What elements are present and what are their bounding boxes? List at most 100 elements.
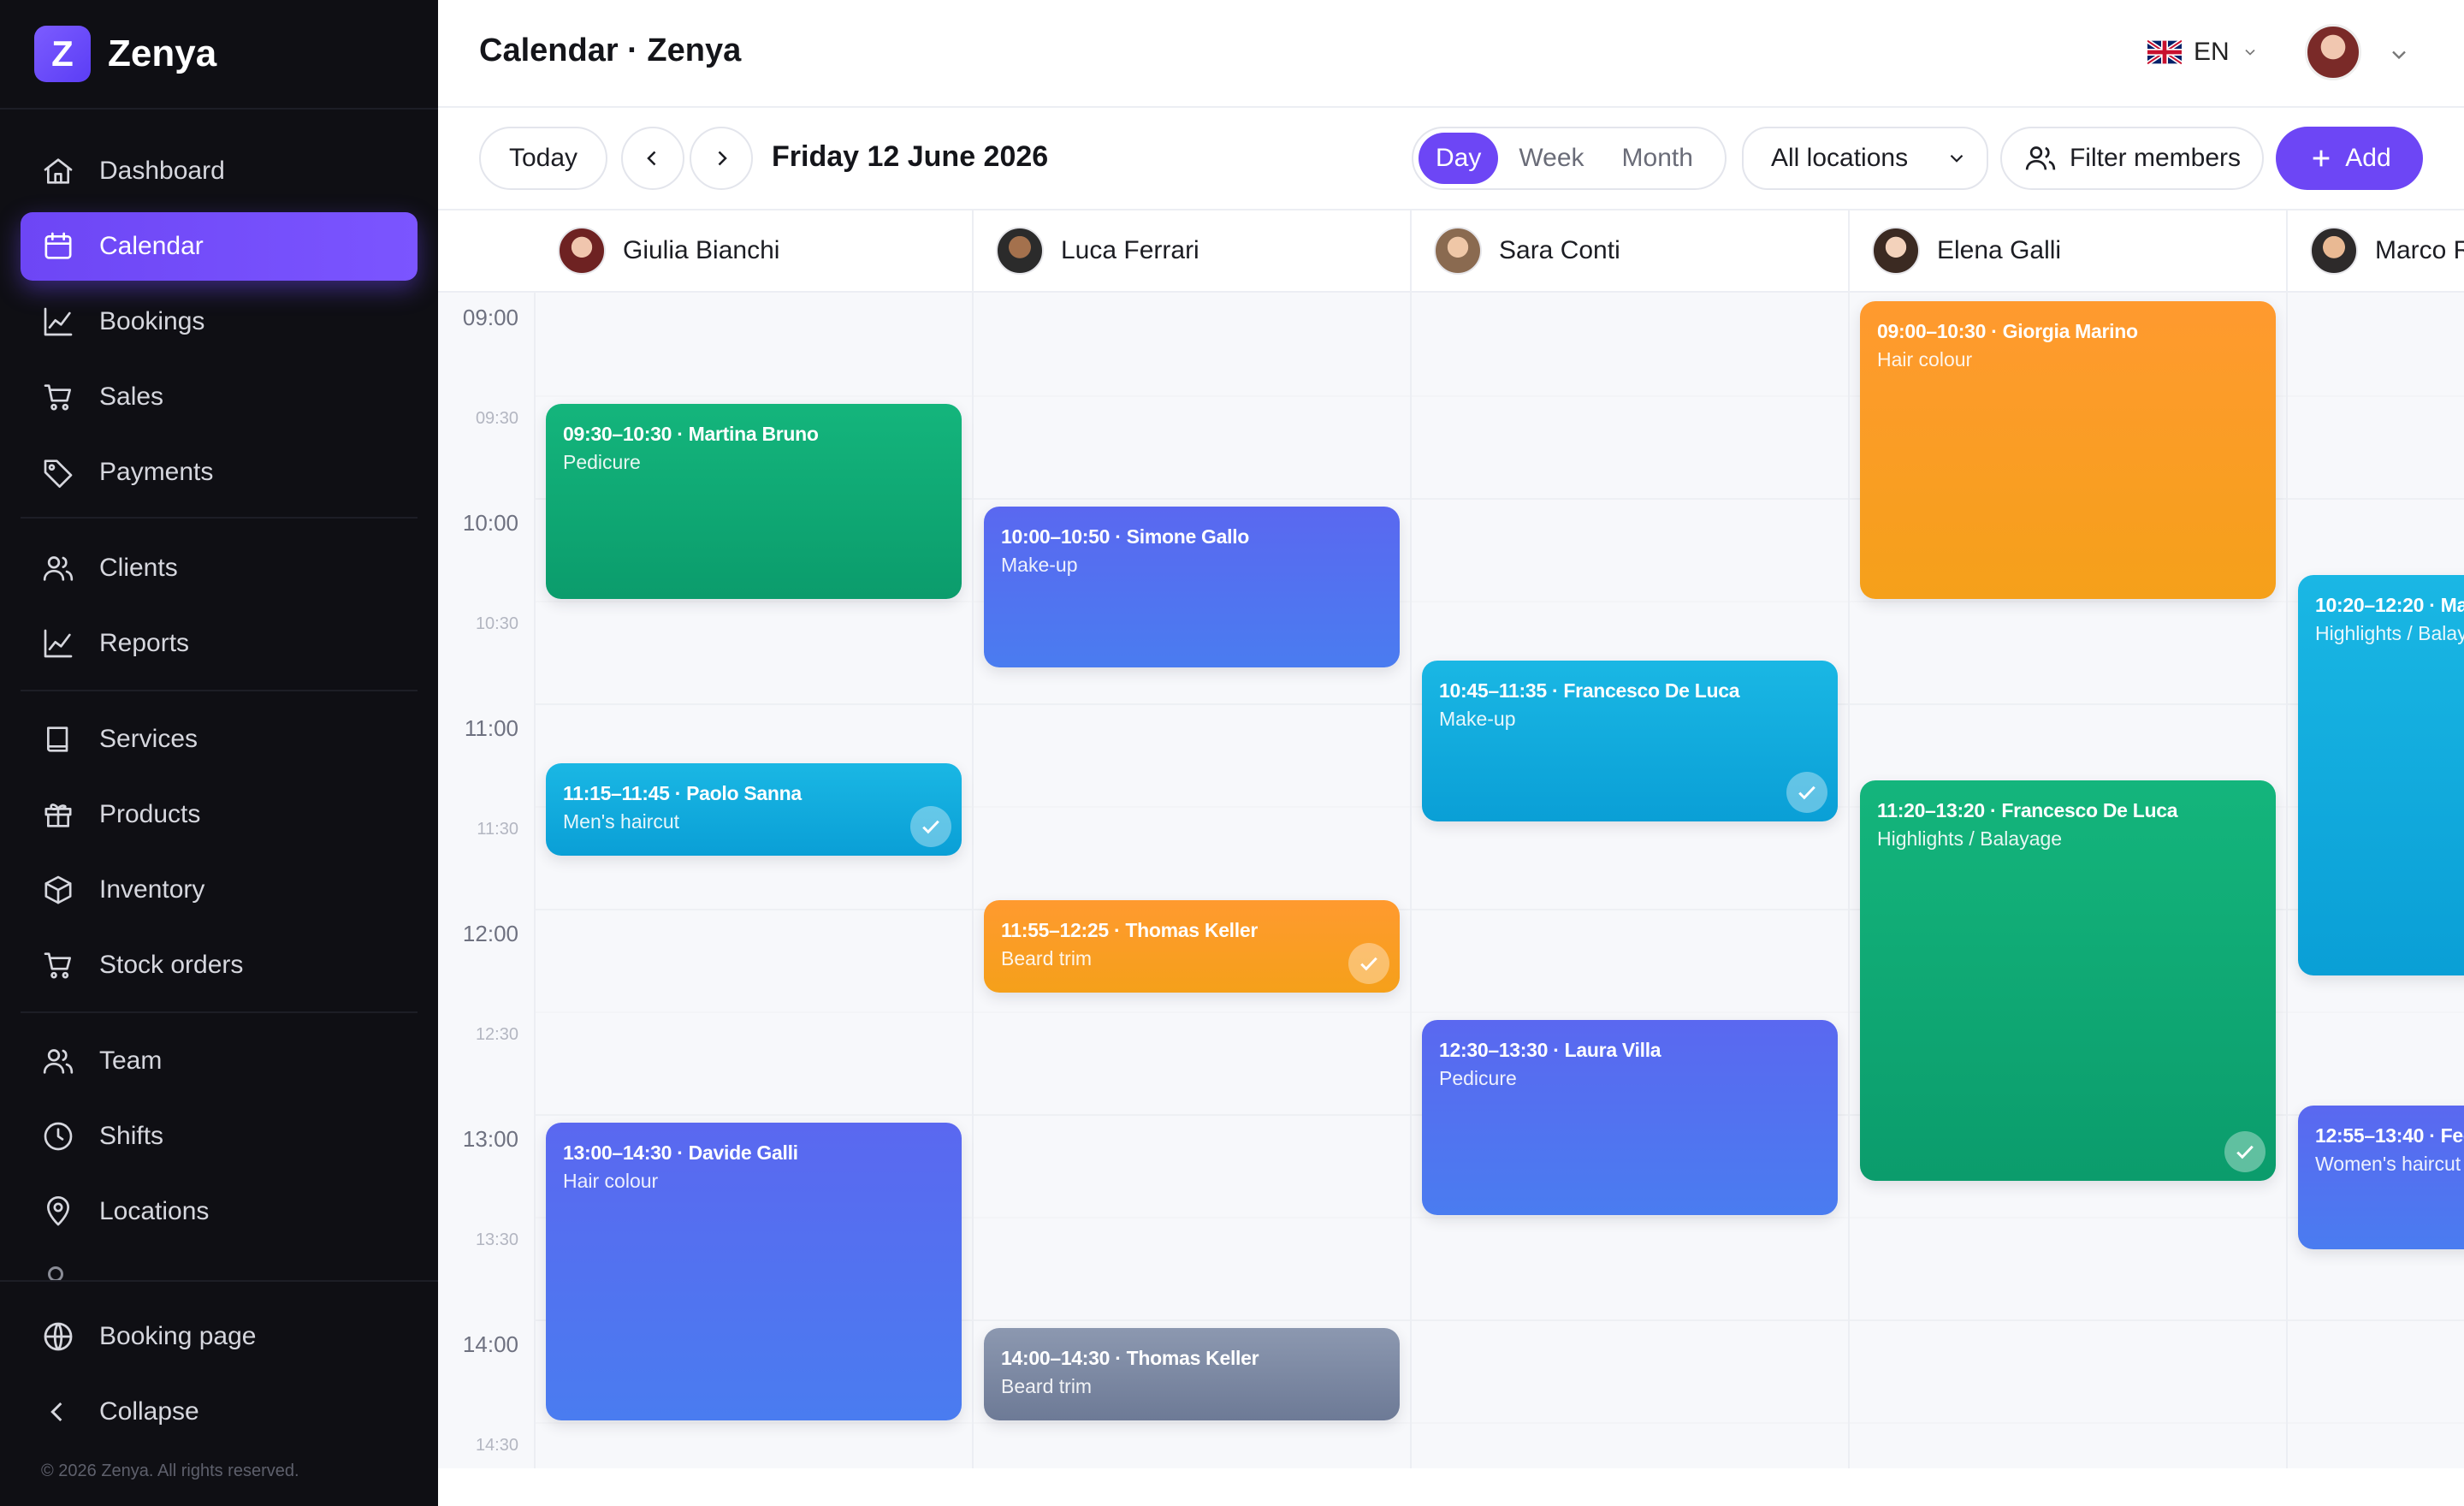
sidebar-item-label: Inventory (99, 875, 205, 904)
sidebar-item-shifts[interactable]: Shifts (21, 1102, 418, 1171)
sidebar-item-team[interactable]: Team (21, 1027, 418, 1095)
add-button[interactable]: Add (2276, 127, 2423, 190)
member-column: Giulia Bianchi 09:30–10:30 · Martina Brun… (536, 210, 974, 1468)
sidebar-item-dashboard[interactable]: Dashboard (21, 137, 418, 205)
member-column: Marco R 10:20–12:20 · Ma Highlights / Bala… (2288, 210, 2464, 1468)
member-name: Giulia Bianchi (623, 236, 780, 264)
chevron-down-icon (1950, 154, 1964, 163)
bottom-strip (438, 1468, 2464, 1506)
location-select[interactable]: All locations (1742, 127, 1988, 190)
collapse-button[interactable]: Collapse (21, 1378, 418, 1446)
appointment-service: Hair colour (1877, 348, 1973, 371)
sidebar-item-label: Shifts (99, 1122, 164, 1150)
appointment-card[interactable]: 12:55–13:40 · Fec Women's haircut (2298, 1106, 2464, 1250)
view-tab-month[interactable]: Month (1605, 133, 1710, 184)
sidebar-item-calendar[interactable]: Calendar (21, 212, 418, 281)
sidebar-item-label: Clients (99, 554, 178, 582)
previous-day-button[interactable] (621, 127, 684, 190)
appointment-service: Highlights / Balayage (1877, 827, 2063, 850)
time-label: 10:30 (475, 614, 518, 633)
member-header[interactable]: Luca Ferrari (974, 210, 1410, 293)
sidebar: Z Zenya Dashboard Calendar Bookings Sales Pa… (0, 0, 438, 1506)
clock-icon (44, 1122, 73, 1151)
appointment-time-client: 12:30–13:30 · Laura Villa (1439, 1039, 1661, 1061)
check-icon (910, 806, 951, 847)
today-button[interactable]: Today (479, 127, 607, 190)
member-name: Marco R (2375, 236, 2464, 264)
sidebar-item-bookings[interactable]: Bookings (21, 288, 418, 356)
time-label: 10:00 (462, 510, 518, 536)
sidebar-item-label: Products (99, 800, 201, 828)
next-day-button[interactable] (690, 127, 753, 190)
member-header[interactable]: Giulia Bianchi (536, 210, 972, 293)
appointment-card[interactable]: 10:00–10:50 · Simone Gallo Make-up (984, 507, 1400, 667)
brand-logo: Z (34, 26, 91, 82)
member-name: Sara Conti (1499, 236, 1620, 264)
sidebar-item-stock-orders[interactable]: Stock orders (21, 931, 418, 999)
sidebar-item-label: Bookings (99, 307, 205, 335)
sidebar-item-locations[interactable]: Locations (21, 1177, 418, 1246)
language-selector[interactable]: EN (2147, 38, 2259, 67)
calendar-icon (44, 232, 72, 259)
sidebar-item-label: Sales (99, 382, 164, 411)
user-avatar[interactable] (2305, 24, 2361, 80)
sidebar-item-services[interactable]: Services (21, 705, 418, 774)
chevron-left-icon (647, 151, 656, 166)
page-title: Calendar · Zenya (479, 33, 742, 68)
appointment-card[interactable]: 09:00–10:30 · Giorgia Marino Hair colour (1860, 301, 2276, 599)
gift-icon (44, 803, 72, 827)
sidebar-item-products[interactable]: Products (21, 780, 418, 849)
sidebar-item-booking-page[interactable]: Booking page (21, 1302, 418, 1371)
cart-icon (44, 384, 71, 411)
sidebar-item-inventory[interactable]: Inventory (21, 856, 418, 924)
appointment-time-client: 10:20–12:20 · Ma (2315, 593, 2464, 616)
appointment-card[interactable]: 11:55–12:25 · Thomas Keller Beard trim (984, 900, 1400, 993)
sidebar-item-payments[interactable]: Payments (21, 438, 418, 507)
users-icon (43, 556, 74, 581)
sidebar-item-label: Reports (99, 629, 190, 657)
member-column: Elena Galli 09:00–10:30 · Giorgia Marino H… (1850, 210, 2288, 1468)
add-label: Add (2345, 144, 2391, 172)
top-header: Calendar · Zenya EN (438, 0, 2464, 108)
sidebar-item-reports[interactable]: Reports (21, 609, 418, 678)
member-avatar (996, 227, 1044, 275)
appointment-card[interactable]: 11:15–11:45 · Paolo Sanna Men's haircut (546, 763, 962, 856)
time-label: 14:30 (475, 1436, 518, 1455)
time-label: 09:30 (475, 409, 518, 428)
book-icon (47, 726, 68, 752)
appointment-time-client: 11:15–11:45 · Paolo Sanna (563, 782, 802, 804)
filter-members-button[interactable]: Filter members (2000, 127, 2264, 190)
sidebar-item-clients[interactable]: Clients (21, 534, 418, 602)
view-tab-week[interactable]: Week (1502, 133, 1601, 184)
member-column: Sara Conti 10:45–11:35 · Francesco De Luc… (1412, 210, 1850, 1468)
chart-icon (44, 629, 73, 658)
view-tab-day[interactable]: Day (1419, 133, 1499, 184)
appointment-card[interactable]: 10:45–11:35 · Francesco De Luca Make-up (1422, 661, 1838, 821)
time-column-header (438, 210, 536, 293)
appointment-card[interactable]: 13:00–14:30 · Davide Galli Hair colour (546, 1123, 962, 1420)
appointment-card[interactable]: 11:20–13:20 · Francesco De Luca Highlight… (1860, 780, 2276, 1181)
time-label: 12:00 (462, 921, 518, 946)
sidebar-item-label: Booking page (99, 1322, 257, 1350)
time-label: 14:00 (462, 1331, 518, 1357)
member-avatar (1872, 227, 1920, 275)
member-header[interactable]: Marco R (2288, 210, 2464, 293)
sidebar-item-sales[interactable]: Sales (21, 363, 418, 431)
member-avatar (558, 227, 606, 275)
member-header[interactable]: Elena Galli (1850, 210, 2286, 293)
brand[interactable]: Z Zenya (34, 26, 216, 82)
member-header[interactable]: Sara Conti (1412, 210, 1848, 293)
appointment-card[interactable]: 10:20–12:20 · Ma Highlights / Balay (2298, 574, 2464, 975)
chevron-right-icon (718, 151, 727, 166)
chart-icon (44, 307, 73, 336)
appointment-service: Make-up (1439, 708, 1516, 730)
view-switcher: Day Week Month (1412, 127, 1727, 190)
plus-icon (2313, 150, 2330, 167)
appointment-card[interactable]: 12:30–13:30 · Laura Villa Pedicure (1422, 1020, 1838, 1215)
appointment-time-client: 11:55–12:25 · Thomas Keller (1001, 919, 1259, 942)
appointment-time-client: 12:55–13:40 · Fec (2315, 1124, 2464, 1147)
appointment-service: Beard trim (1001, 947, 1093, 970)
appointment-card[interactable]: 14:00–14:30 · Thomas Keller Beard trim (984, 1328, 1400, 1420)
chevron-down-icon[interactable] (2387, 43, 2411, 67)
appointment-card[interactable]: 09:30–10:30 · Martina Bruno Pedicure (546, 404, 962, 599)
